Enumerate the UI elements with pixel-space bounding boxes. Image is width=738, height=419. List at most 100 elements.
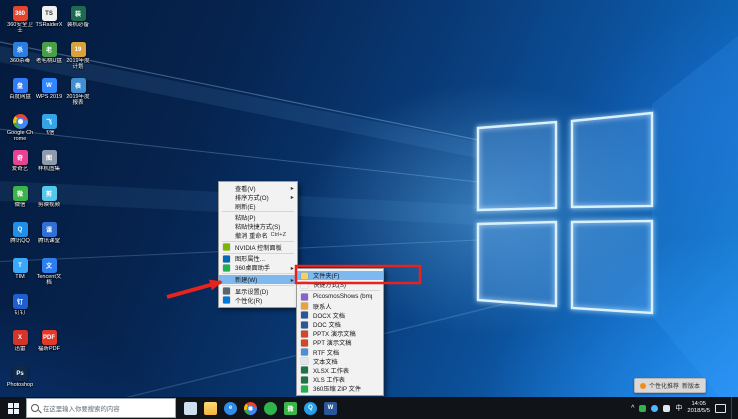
floating-widget[interactable]: 个性化推荐 新版本: [634, 378, 706, 393]
context-menu-item-5[interactable]: 撤消 重命名(U)Ctrl+Z: [219, 231, 297, 240]
taskbar-search-input[interactable]: 在这里输入你要搜索的内容: [26, 398, 176, 418]
context-menu-item-10[interactable]: 显示设置(D): [219, 287, 297, 296]
desktop-icon-13[interactable]: 微微信: [6, 186, 34, 220]
menu-separator: [222, 211, 294, 212]
new-submenu-item-8[interactable]: RTF 文档: [297, 348, 383, 357]
desktop-icon-19[interactable]: 钉钉钉: [6, 294, 34, 328]
desktop-icon-4[interactable]: 老老毛桃U盘: [35, 42, 63, 76]
desktop-icon-label: 福昕PDF: [35, 346, 63, 352]
input-method-indicator[interactable]: 中: [675, 403, 682, 413]
menu-item-label: 显示设置(D): [235, 287, 286, 296]
desktop-icon-14[interactable]: 剪剪映视频: [35, 186, 63, 220]
desktop-icon-20[interactable]: X迅雷: [6, 330, 34, 364]
system-tray: ^ 中 14:05 2018/5/5: [631, 397, 738, 419]
desktop-icon-21[interactable]: PDF福昕PDF: [35, 330, 63, 364]
contact-icon: [301, 303, 308, 310]
new-submenu-item-5[interactable]: DOC 文档: [297, 320, 383, 329]
menu-item-label: NVIDIA 控制面板: [235, 243, 286, 252]
desktop-icon-10[interactable]: 飞飞信: [35, 114, 63, 148]
desktop-icon-22[interactable]: PsPhotoshop: [6, 366, 34, 400]
desktop-icon-image: X: [13, 330, 28, 345]
context-menu-item-4[interactable]: 粘贴快捷方式(S): [219, 222, 297, 231]
360-browser-icon[interactable]: [264, 402, 277, 415]
context-menu-item-0[interactable]: 查看(V)▶: [219, 184, 297, 193]
desktop-icon-image: W: [42, 78, 57, 93]
new-submenu-item-3[interactable]: 联系人: [297, 302, 383, 311]
desktop-icon-6[interactable]: 盘百度网盘: [6, 78, 34, 112]
desktop-icon-image: TS: [42, 6, 57, 21]
context-menu-item-2[interactable]: 刷新(E): [219, 202, 297, 211]
desktop-icon-16[interactable]: 课腾讯课堂: [35, 222, 63, 256]
new-submenu-item-7[interactable]: PPT 演示文稿: [297, 338, 383, 347]
new-submenu-item-4[interactable]: DOCX 文档: [297, 311, 383, 320]
wechat-icon[interactable]: 微: [284, 402, 297, 415]
new-submenu-item-2[interactable]: PicosmosShows (bmp): [297, 292, 383, 301]
taskbar-clock[interactable]: 14:05 2018/5/5: [687, 401, 710, 415]
chrome-browser-icon[interactable]: [244, 402, 257, 415]
tray-expand-icon[interactable]: ^: [631, 405, 634, 412]
desktop-icon-15[interactable]: Q腾讯QQ: [6, 222, 34, 256]
context-menu-item-9[interactable]: 新建(W)▶: [219, 275, 297, 284]
network-icon[interactable]: [651, 405, 658, 412]
desktop-icon-8[interactable]: 表2019年度报表: [64, 78, 92, 112]
desktop-icon-12[interactable]: 图样机图集: [35, 150, 63, 184]
menu-separator: [300, 290, 380, 291]
desktop-icon-label: 腾讯QQ: [6, 238, 34, 244]
desktop-icon-label: 老毛桃U盘: [35, 58, 63, 64]
desktop-icon-label: 迅雷: [6, 346, 34, 352]
desktop-icon-18[interactable]: 文Tencent文档: [35, 258, 63, 292]
taskbar-app-icons: e 微QW: [184, 402, 337, 415]
desktop-icon-image: 盘: [13, 78, 28, 93]
new-submenu-item-9[interactable]: 文本文档: [297, 357, 383, 366]
desktop-icon-1[interactable]: TSTSRaiderX: [35, 6, 63, 40]
new-submenu-item-11[interactable]: XLS 工作表: [297, 375, 383, 384]
desktop-icon-11[interactable]: 奇爱奇艺: [6, 150, 34, 184]
start-button[interactable]: [0, 397, 26, 419]
new-submenu-item-10[interactable]: XLSX 工作表: [297, 366, 383, 375]
show-desktop-button[interactable]: [731, 397, 736, 419]
menu-item-label: 图形属性...: [235, 254, 286, 263]
desktop[interactable]: 360360安全卫士TSTSRaiderX装装机必备杀360杀毒老老毛桃U盘19…: [0, 0, 738, 419]
context-menu-item-3[interactable]: 粘贴(P): [219, 213, 297, 222]
new-submenu-item-12[interactable]: 360压缩 ZIP 文件: [297, 384, 383, 393]
widget-label: 个性化推荐: [649, 381, 679, 390]
menu-item-label: 文本文档: [313, 357, 372, 366]
xls-icon: [301, 376, 308, 383]
desktop-icon-image: 文: [42, 258, 57, 273]
new-submenu-item-6[interactable]: PPTX 演示文稿: [297, 329, 383, 338]
desktop-icon-image: 剪: [42, 186, 57, 201]
context-menu-item-6[interactable]: NVIDIA 控制面板: [219, 243, 297, 252]
desktop-icon-7[interactable]: WWPS 2019: [35, 78, 63, 112]
context-menu-item-11[interactable]: 个性化(R): [219, 296, 297, 305]
context-menu-item-7[interactable]: 图形属性...: [219, 255, 297, 264]
intel-graphics-icon: [223, 255, 230, 262]
file-explorer-icon[interactable]: [204, 402, 217, 415]
desktop-icon-5[interactable]: 192019年度计划: [64, 42, 92, 76]
desktop-icon-2[interactable]: 装装机必备: [64, 6, 92, 40]
menu-item-label: 文件夹(F): [313, 271, 372, 280]
menu-separator: [222, 285, 294, 286]
clock-time: 14:05: [687, 401, 710, 408]
desktop-icon-17[interactable]: TTIM: [6, 258, 34, 292]
desktop-icon-image: 老: [42, 42, 57, 57]
desktop-icon-9[interactable]: Google Chrome: [6, 114, 34, 148]
desktop-icon-0[interactable]: 360360安全卫士: [6, 6, 34, 40]
submenu-arrow-icon: ▶: [291, 186, 294, 191]
menu-item-label: 刷新(E): [235, 202, 286, 211]
task-view-icon[interactable]: [184, 402, 197, 415]
desktop-icon-image: [13, 114, 28, 129]
context-menu-item-8[interactable]: 360桌面助手▶: [219, 263, 297, 272]
edge-browser-icon[interactable]: e: [224, 402, 237, 415]
word-icon[interactable]: W: [324, 402, 337, 415]
qq-icon[interactable]: Q: [304, 402, 317, 415]
volume-icon[interactable]: [663, 405, 670, 412]
new-submenu-item-1[interactable]: 快捷方式(S): [297, 280, 383, 289]
action-center-icon[interactable]: [715, 404, 726, 413]
context-menu-item-1[interactable]: 排序方式(O)▶: [219, 193, 297, 202]
desktop-icon-image: 360: [13, 6, 28, 21]
clock-date: 2018/5/5: [687, 408, 710, 415]
new-submenu-item-0[interactable]: 文件夹(F): [297, 271, 383, 280]
360-tray-icon[interactable]: [639, 405, 646, 412]
desktop-icon-3[interactable]: 杀360杀毒: [6, 42, 34, 76]
windows-start-icon: [8, 403, 19, 414]
